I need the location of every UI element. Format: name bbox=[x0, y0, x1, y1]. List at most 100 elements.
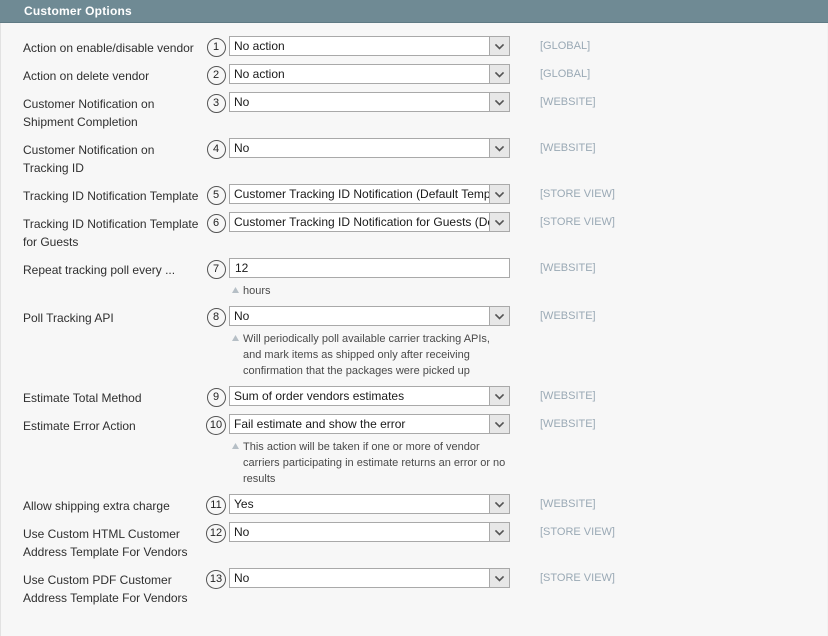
select-5[interactable]: Customer Tracking ID Notification (Defau… bbox=[229, 184, 510, 204]
select-11[interactable]: Yes bbox=[229, 494, 510, 514]
customer-options-panel: Customer Options Action on enable/disabl… bbox=[0, 0, 828, 636]
select-value: No bbox=[234, 309, 250, 323]
field-control: Fail estimate and show the error This act… bbox=[229, 414, 512, 487]
chevron-down-icon[interactable] bbox=[489, 213, 509, 231]
scope-label: [WEBSITE] bbox=[540, 418, 596, 430]
scope-label: [STORE VIEW] bbox=[540, 526, 615, 538]
field-control: No Will periodically poll available carri… bbox=[229, 306, 512, 379]
scope-label: [STORE VIEW] bbox=[540, 572, 615, 584]
select-6[interactable]: Customer Tracking ID Notification for Gu… bbox=[229, 212, 510, 232]
chevron-down-icon[interactable] bbox=[489, 387, 509, 405]
select-value: Customer Tracking ID Notification for Gu… bbox=[234, 215, 489, 229]
select-value: No bbox=[234, 525, 250, 539]
select-10[interactable]: Fail estimate and show the error bbox=[229, 414, 510, 434]
field-number-badge: 10 bbox=[205, 416, 227, 435]
field-label: Action on delete vendor bbox=[23, 69, 150, 83]
select-value: Customer Tracking ID Notification (Defau… bbox=[234, 187, 489, 201]
chevron-down-icon[interactable] bbox=[489, 523, 509, 541]
field-row: Allow shipping extra charge 11 Yes [WEBSITE… bbox=[1, 494, 827, 515]
field-number-badge: 8 bbox=[206, 308, 226, 327]
select-1[interactable]: No action bbox=[229, 36, 510, 56]
scope-label: [WEBSITE] bbox=[540, 142, 596, 154]
select-3[interactable]: No bbox=[229, 92, 510, 112]
field-control: Customer Tracking ID Notification for Gu… bbox=[229, 212, 512, 232]
field-hint: This action will be taken if one or more… bbox=[229, 439, 510, 487]
field-number-badge-cell: 1 bbox=[203, 36, 229, 57]
field-number-badge-cell: 3 bbox=[203, 92, 229, 113]
scope-label: [WEBSITE] bbox=[540, 262, 596, 274]
field-row: Use Custom PDF Customer Address Template… bbox=[1, 568, 827, 607]
field-row: Customer Notification on Shipment Comple… bbox=[1, 92, 827, 131]
scope-label: [GLOBAL] bbox=[540, 68, 591, 80]
field-control: No bbox=[229, 92, 512, 112]
select-value: No action bbox=[234, 67, 285, 81]
field-hint: Will periodically poll available carrier… bbox=[229, 331, 510, 379]
scope-label: [GLOBAL] bbox=[540, 40, 591, 52]
field-control: No bbox=[229, 568, 512, 588]
field-control: No bbox=[229, 138, 512, 158]
select-value: Yes bbox=[234, 497, 254, 511]
triangle-up-icon bbox=[232, 331, 243, 379]
chevron-down-icon[interactable] bbox=[489, 415, 509, 433]
select-12[interactable]: No bbox=[229, 522, 510, 542]
chevron-down-icon[interactable] bbox=[489, 569, 509, 587]
chevron-down-icon[interactable] bbox=[489, 37, 509, 55]
field-number-badge: 3 bbox=[206, 94, 226, 113]
field-number-badge: 12 bbox=[205, 524, 227, 543]
field-row: Repeat tracking poll every ... 7 12 hours [W… bbox=[1, 258, 827, 299]
field-number-badge: 2 bbox=[206, 66, 226, 85]
select-value: No bbox=[234, 141, 250, 155]
field-label: Customer Notification on Shipment Comple… bbox=[23, 97, 155, 129]
chevron-down-icon[interactable] bbox=[489, 185, 509, 203]
field-control: No bbox=[229, 522, 512, 542]
scope-label: [WEBSITE] bbox=[540, 310, 596, 322]
field-control: Sum of order vendors estimates bbox=[229, 386, 512, 406]
select-8[interactable]: No bbox=[229, 306, 510, 326]
field-number-badge-cell: 10 bbox=[203, 414, 229, 435]
hint-text: hours bbox=[243, 285, 271, 297]
field-number-badge: 13 bbox=[205, 570, 227, 589]
field-control: No action bbox=[229, 64, 512, 84]
field-number-badge-cell: 5 bbox=[203, 184, 229, 205]
field-control: No action bbox=[229, 36, 512, 56]
select-4[interactable]: No bbox=[229, 138, 510, 158]
field-hint: hours bbox=[229, 283, 510, 299]
select-13[interactable]: No bbox=[229, 568, 510, 588]
triangle-up-icon bbox=[232, 439, 243, 487]
text-input-7[interactable]: 12 bbox=[229, 258, 510, 278]
select-2[interactable]: No action bbox=[229, 64, 510, 84]
select-value: No bbox=[234, 95, 250, 109]
field-label: Action on enable/disable vendor bbox=[23, 41, 194, 55]
field-label: Estimate Error Action bbox=[23, 419, 136, 433]
text-input-value: 12 bbox=[235, 261, 249, 275]
field-label: Customer Notification on Tracking ID bbox=[23, 143, 155, 175]
chevron-down-icon[interactable] bbox=[489, 93, 509, 111]
field-label: Allow shipping extra charge bbox=[23, 499, 170, 513]
chevron-down-icon[interactable] bbox=[489, 65, 509, 83]
field-label: Poll Tracking API bbox=[23, 311, 114, 325]
field-row: Tracking ID Notification Template 5 Custom… bbox=[1, 184, 827, 205]
field-number-badge-cell: 12 bbox=[203, 522, 229, 543]
panel-body: Action on enable/disable vendor 1 No actio… bbox=[0, 23, 828, 636]
field-number-badge: 1 bbox=[206, 38, 226, 57]
select-value: No action bbox=[234, 39, 285, 53]
field-label: Use Custom HTML Customer Address Templat… bbox=[23, 527, 188, 559]
field-number-badge-cell: 2 bbox=[203, 64, 229, 85]
field-number-badge: 11 bbox=[206, 496, 226, 515]
chevron-down-icon[interactable] bbox=[489, 495, 509, 513]
field-row: Estimate Total Method 9 Sum of order vendo… bbox=[1, 386, 827, 407]
scope-label: [WEBSITE] bbox=[540, 96, 596, 108]
field-control: Yes bbox=[229, 494, 512, 514]
chevron-down-icon[interactable] bbox=[489, 307, 509, 325]
select-value: Sum of order vendors estimates bbox=[234, 389, 405, 403]
field-control: Customer Tracking ID Notification (Defau… bbox=[229, 184, 512, 204]
select-9[interactable]: Sum of order vendors estimates bbox=[229, 386, 510, 406]
field-number-badge-cell: 4 bbox=[203, 138, 229, 159]
field-label: Use Custom PDF Customer Address Template… bbox=[23, 573, 188, 605]
field-label: Tracking ID Notification Template bbox=[23, 189, 199, 203]
field-number-badge: 4 bbox=[206, 140, 226, 159]
chevron-down-icon[interactable] bbox=[489, 139, 509, 157]
field-control: 12 hours bbox=[229, 258, 512, 299]
panel-header[interactable]: Customer Options bbox=[0, 0, 828, 23]
field-number-badge-cell: 7 bbox=[203, 258, 229, 279]
